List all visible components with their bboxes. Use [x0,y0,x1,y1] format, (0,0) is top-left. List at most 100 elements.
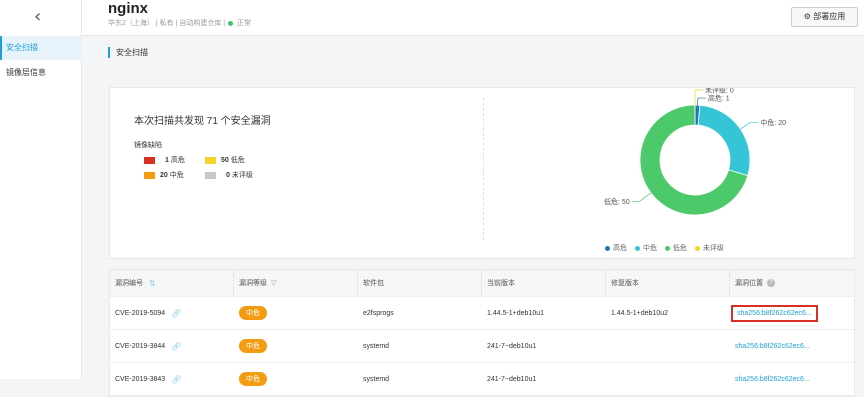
layer-hash-link[interactable]: sha256:b8f262c62ec6... [735,343,810,350]
chart-legend-label: 低危 [672,245,687,252]
level-badge: 中危 [239,306,267,320]
current-version-cell: 241-7~deb10u1 [487,375,537,383]
level-badge: 中危 [239,339,267,353]
legend-swatch [205,171,216,179]
chart-legend-label: 高危 [613,245,627,252]
slice-label: 高危: 1 [708,94,730,103]
package-cell: systemd [363,375,390,383]
slice-label: 低危: 50 [604,197,630,206]
fixed-version-cell [606,363,611,395]
help-icon[interactable]: ? [767,279,775,287]
chart-legend: 高危 中危 低危 未评级 [605,243,730,253]
legend-label: 中危 [169,172,184,179]
legend-swatch [144,171,155,179]
legend-swatch [205,156,216,164]
label-leader-line [694,89,703,105]
cve-id: CVE-2019-3843 [115,375,166,383]
legend-count: 20 [160,172,168,179]
chevron-left-icon[interactable]: ‹ [34,6,41,27]
legend-count: 1 [165,157,169,164]
column-header-package: 软件包 [358,270,482,296]
table-row: CVE-2019-3844 🔗︎ 中危 systemd 241-7~deb10u1… [110,330,854,363]
vulnerability-donut-chart: 未评级: 0高危: 1 中危: 20 低危: 50 [604,88,786,216]
column-header-fixed: 修复版本 [606,270,730,296]
column-header-location: 漏洞位置? [730,270,856,296]
current-version-cell: 241-7~deb10u1 [487,342,537,350]
level-badge: 中危 [239,372,267,386]
chart-legend-high: 高危 [605,245,627,252]
legend-unrated: 0 未评级 [205,170,253,180]
sidebar: ‹ 安全扫描 镜像层信息 [0,0,82,379]
cve-id: CVE-2019-5094 [115,309,166,317]
column-header-cve[interactable]: 漏洞编号 ⇅ [110,270,234,296]
table-header-row: 漏洞编号 ⇅ 漏洞等级 ▽ 软件包 当前版本 修复版本 漏洞位置? [110,270,854,297]
sidebar-item-image-layers[interactable]: 镜像层信息 [0,61,82,85]
gear-icon: ⚙ [803,12,811,21]
legend-low: 50 低危 [205,155,245,165]
column-header-level[interactable]: 漏洞等级 ▽ [234,270,358,296]
chart-legend-label: 中危 [642,245,657,252]
package-cell: systemd [363,342,390,350]
layer-hash-link[interactable]: sha256:b8f262c62ec6... [731,304,818,322]
chart-legend-low: 低危 [664,245,687,252]
legend-dot [694,245,700,251]
location-cell: sha256:b8f262c62ec6... [730,297,818,329]
region-text: 华东2（上海） [108,20,154,27]
filter-icon[interactable]: ▽ [271,279,276,287]
deploy-app-button[interactable]: ⚙ 部署应用 [791,7,858,27]
location-cell: sha256:b8f262c62ec6... [730,363,810,395]
column-header-label: 当前版本 [487,280,515,287]
sort-icon[interactable]: ⇅ [149,279,156,288]
legend-count: 50 [221,157,229,164]
chart-legend-medium: 中危 [634,245,657,252]
legend-dot [634,245,640,251]
cve-cell: CVE-2019-3843 🔗︎ [110,363,181,395]
scan-summary-text: 本次扫描共发现 71 个安全漏洞 [134,116,271,127]
legend-label: 未评级 [231,172,253,179]
cve-cell: CVE-2019-3844 🔗︎ [110,330,181,362]
level-cell: 中危 [234,297,267,329]
table-row: CVE-2019-3843 🔗︎ 中危 systemd 241-7~deb10u1… [110,363,854,396]
level-cell: 中危 [234,363,267,395]
level-cell: 中危 [234,330,267,362]
chart-legend-unrated: 未评级 [694,245,724,252]
panel-divider [483,98,484,240]
fixed-version-cell [606,330,611,362]
legend-high: 1 高危 [144,155,185,165]
package-cell: e2fsprogs [363,309,394,317]
column-header-label: 漏洞编号 [115,280,143,287]
link-icon[interactable]: 🔗︎ [171,375,181,384]
column-header-label: 软件包 [363,280,384,287]
meta-separator: | [223,20,228,27]
visibility-text: 私有 [159,20,174,27]
repo-meta: 华东2（上海） | 私有 | 自动构建仓库 | 正常 [108,18,251,28]
legend-dot [664,245,670,251]
column-header-label: 修复版本 [611,280,639,287]
label-leader-line [631,192,652,202]
location-cell: sha256:b8f262c62ec6... [730,330,810,362]
page-header: nginx 华东2（上海） | 私有 | 自动构建仓库 | 正常 ⚙ 部署应用 [82,0,864,36]
label-leader-line [740,121,759,130]
current-version-cell: 1.44.5-1+deb10u1 [487,309,545,317]
legend-count: 0 [226,172,230,179]
page-title: nginx [108,0,148,17]
slice-label: 中危: 20 [760,118,786,127]
legend-swatch [144,156,155,164]
slice-label: 未评级: 0 [705,88,734,95]
sidebar-item-security-scan[interactable]: 安全扫描 [0,36,82,60]
cve-cell: CVE-2019-5094 🔗︎ [110,297,181,329]
link-icon[interactable]: 🔗︎ [171,309,181,318]
scan-summary-panel: 本次扫描共发现 71 个安全漏洞 镜像缺陷 1 高危 50 低危 20 中危 0… [109,87,855,259]
column-header-label: 漏洞位置 [735,280,763,287]
layer-hash-link[interactable]: sha256:b8f262c62ec6... [735,376,810,383]
column-header-current: 当前版本 [482,270,606,296]
donut-slice-2[interactable] [697,104,751,177]
legend-medium: 20 中危 [144,170,184,180]
repo-type-text: 自动构建仓库 [179,20,222,27]
status-dot-icon [228,20,234,26]
defect-label: 镜像缺陷 [134,142,162,149]
legend-label: 低危 [230,157,245,164]
column-header-label: 漏洞等级 [239,280,267,287]
legend-label: 高危 [170,157,185,164]
link-icon[interactable]: 🔗︎ [171,342,181,351]
